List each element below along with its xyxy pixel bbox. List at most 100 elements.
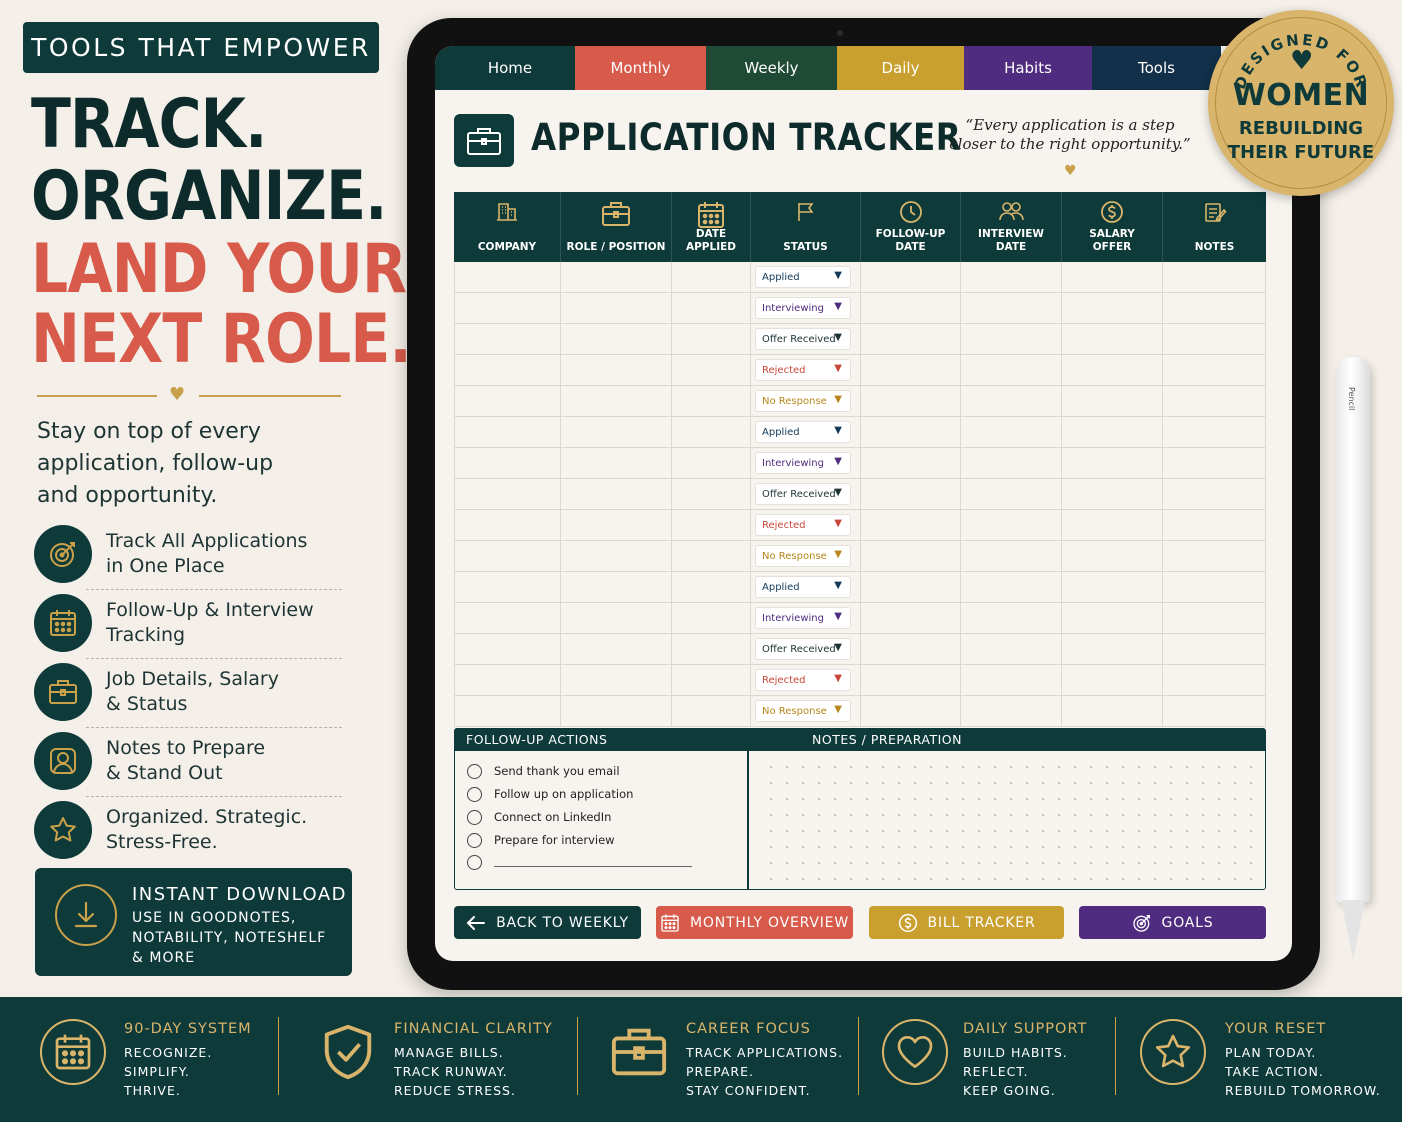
table-cell[interactable]: Applied ▼ — [751, 262, 861, 292]
status-dropdown[interactable]: No Response ▼ — [755, 545, 851, 567]
table-cell[interactable] — [861, 696, 961, 726]
table-cell[interactable] — [961, 324, 1062, 354]
table-cell[interactable] — [861, 262, 961, 292]
table-cell[interactable] — [672, 386, 751, 416]
status-dropdown[interactable]: No Response ▼ — [755, 700, 851, 722]
table-cell[interactable] — [1163, 417, 1266, 447]
table-cell[interactable] — [1163, 603, 1266, 633]
table-cell[interactable] — [1062, 696, 1163, 726]
back-to-weekly-button[interactable]: BACK TO WEEKLY — [454, 906, 641, 939]
status-dropdown[interactable]: No Response ▼ — [755, 390, 851, 412]
table-cell[interactable]: Rejected ▼ — [751, 510, 861, 540]
table-cell[interactable] — [1163, 634, 1266, 664]
table-cell[interactable] — [1062, 324, 1163, 354]
table-cell[interactable] — [561, 541, 672, 571]
table-cell[interactable] — [961, 665, 1062, 695]
table-cell[interactable] — [961, 448, 1062, 478]
table-cell[interactable] — [861, 510, 961, 540]
table-cell[interactable] — [961, 510, 1062, 540]
table-cell[interactable]: Applied ▼ — [751, 572, 861, 602]
table-cell[interactable] — [861, 293, 961, 323]
table-cell[interactable] — [961, 479, 1062, 509]
tab-tools[interactable]: Tools — [1092, 46, 1221, 90]
table-cell[interactable] — [961, 386, 1062, 416]
table-cell[interactable] — [961, 541, 1062, 571]
table-cell[interactable]: Interviewing ▼ — [751, 293, 861, 323]
table-cell[interactable] — [861, 324, 961, 354]
table-cell[interactable] — [672, 448, 751, 478]
table-cell[interactable] — [561, 293, 672, 323]
table-cell[interactable] — [961, 417, 1062, 447]
table-cell[interactable] — [1062, 572, 1163, 602]
table-cell[interactable] — [961, 293, 1062, 323]
table-cell[interactable] — [961, 634, 1062, 664]
table-cell[interactable] — [1163, 572, 1266, 602]
checkbox[interactable] — [467, 786, 482, 802]
status-dropdown[interactable]: Applied ▼ — [755, 266, 851, 288]
table-cell[interactable] — [561, 634, 672, 664]
monthly-overview-button[interactable]: MONTHLY OVERVIEW — [656, 906, 853, 939]
table-cell[interactable] — [1163, 696, 1266, 726]
tab-weekly[interactable]: Weekly — [706, 46, 837, 90]
table-cell[interactable] — [861, 541, 961, 571]
status-dropdown[interactable]: Interviewing ▼ — [755, 297, 851, 319]
table-cell[interactable] — [1062, 386, 1163, 416]
table-cell[interactable] — [454, 417, 561, 447]
tab-home[interactable]: Home — [435, 46, 575, 90]
table-cell[interactable] — [861, 603, 961, 633]
table-cell[interactable] — [961, 696, 1062, 726]
table-cell[interactable] — [1062, 603, 1163, 633]
table-cell[interactable] — [561, 510, 672, 540]
table-cell[interactable] — [1062, 355, 1163, 385]
status-dropdown[interactable]: Offer Received ▼ — [755, 483, 851, 505]
table-cell[interactable]: Rejected ▼ — [751, 355, 861, 385]
table-cell[interactable] — [1163, 510, 1266, 540]
table-cell[interactable]: Interviewing ▼ — [751, 448, 861, 478]
table-cell[interactable] — [672, 262, 751, 292]
table-cell[interactable] — [454, 324, 561, 354]
table-cell[interactable] — [1062, 417, 1163, 447]
table-cell[interactable]: No Response ▼ — [751, 541, 861, 571]
table-cell[interactable] — [454, 541, 561, 571]
table-cell[interactable] — [672, 665, 751, 695]
table-cell[interactable] — [861, 448, 961, 478]
table-cell[interactable] — [561, 665, 672, 695]
table-cell[interactable] — [1163, 665, 1266, 695]
table-cell[interactable] — [672, 479, 751, 509]
status-dropdown[interactable]: Offer Received ▼ — [755, 328, 851, 350]
table-cell[interactable] — [861, 634, 961, 664]
table-cell[interactable] — [1062, 448, 1163, 478]
table-cell[interactable] — [561, 603, 672, 633]
followup-item[interactable]: Send thank you email — [467, 763, 620, 779]
table-cell[interactable] — [672, 696, 751, 726]
table-cell[interactable]: Offer Received ▼ — [751, 479, 861, 509]
table-cell[interactable] — [454, 386, 561, 416]
table-cell[interactable] — [561, 324, 672, 354]
status-dropdown[interactable]: Applied ▼ — [755, 576, 851, 598]
table-cell[interactable] — [1062, 479, 1163, 509]
table-cell[interactable] — [861, 665, 961, 695]
table-cell[interactable] — [961, 355, 1062, 385]
checkbox[interactable] — [467, 832, 482, 848]
table-cell[interactable] — [454, 262, 561, 292]
table-cell[interactable] — [672, 510, 751, 540]
table-cell[interactable] — [672, 355, 751, 385]
table-cell[interactable] — [454, 572, 561, 602]
followup-item[interactable]: Connect on LinkedIn — [467, 809, 611, 825]
dot-grid-notes[interactable] — [763, 759, 1253, 881]
table-cell[interactable] — [861, 479, 961, 509]
table-cell[interactable] — [861, 386, 961, 416]
table-cell[interactable] — [1163, 355, 1266, 385]
status-dropdown[interactable]: Offer Received ▼ — [755, 638, 851, 660]
table-cell[interactable] — [672, 417, 751, 447]
table-cell[interactable] — [1062, 541, 1163, 571]
table-cell[interactable] — [1062, 262, 1163, 292]
table-cell[interactable] — [561, 448, 672, 478]
table-cell[interactable] — [454, 634, 561, 664]
table-cell[interactable] — [1163, 324, 1266, 354]
table-cell[interactable] — [672, 293, 751, 323]
table-cell[interactable] — [861, 355, 961, 385]
status-dropdown[interactable]: Interviewing ▼ — [755, 607, 851, 629]
status-dropdown[interactable]: Rejected ▼ — [755, 359, 851, 381]
status-dropdown[interactable]: Rejected ▼ — [755, 669, 851, 691]
